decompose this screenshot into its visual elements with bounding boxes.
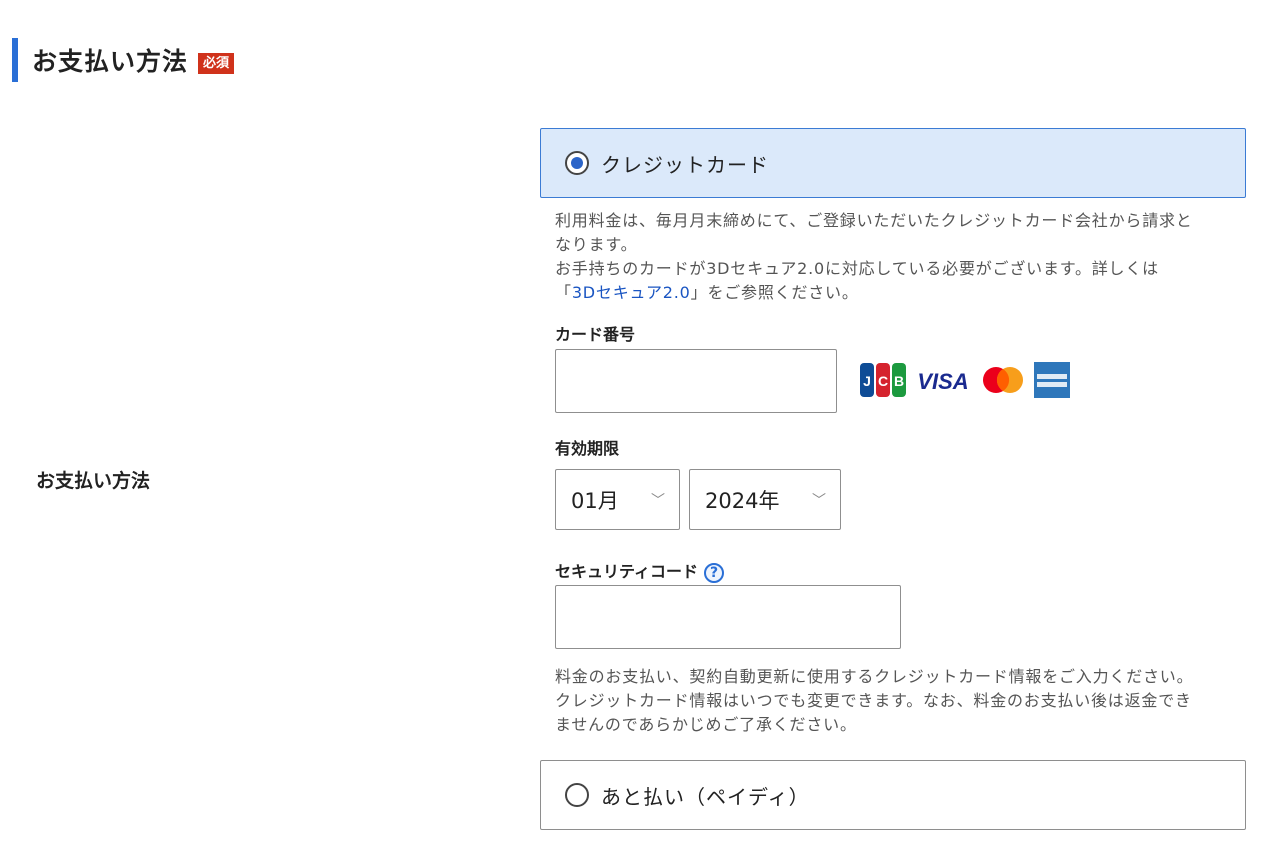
paidy-option[interactable]: あと払い（ペイディ） xyxy=(540,760,1246,830)
section-title: お支払い方法 xyxy=(32,47,189,76)
description-line: 利用料金は、毎月月末締めにて、ご登録いただいたクレジットカード会社から請求と xyxy=(555,211,1193,230)
security-code-label: セキュリティコード xyxy=(555,562,699,581)
help-icon[interactable]: ? xyxy=(704,562,725,583)
visa-logo-icon: VISA xyxy=(917,369,968,394)
security-code-input[interactable] xyxy=(555,585,901,649)
expiry-month-select[interactable]: 01月 ﹀ xyxy=(555,469,680,530)
payment-method-row-label: お支払い方法 xyxy=(36,470,151,492)
mastercard-logo-icon xyxy=(983,367,1023,393)
link-suffix: 」をご参照ください。 xyxy=(690,283,859,302)
paidy-option-label: あと払い（ペイディ） xyxy=(601,784,810,809)
notice-line: ませんのであらかじめご了承ください。 xyxy=(555,715,857,734)
description-line: なります。 xyxy=(555,235,638,254)
expiry-month-value: 01月 xyxy=(571,488,619,513)
description-line: お手持ちのカードが3Dセキュア2.0に対応している必要がございます。詳しくは xyxy=(555,259,1159,278)
svg-text:B: B xyxy=(894,373,904,389)
card-number-input[interactable] xyxy=(555,349,837,413)
jcb-logo-icon: J C B xyxy=(860,363,906,397)
required-badge: 必須 xyxy=(198,52,235,74)
credit-card-option-label: クレジットカード xyxy=(601,152,769,177)
credit-card-option[interactable]: クレジットカード xyxy=(540,128,1246,198)
expiry-year-value: 2024年 xyxy=(705,488,780,513)
expiry-year-select[interactable]: 2024年 ﹀ xyxy=(689,469,841,530)
expiry-label: 有効期限 xyxy=(555,439,620,458)
card-number-label: カード番号 xyxy=(555,325,636,344)
notice-line: クレジットカード情報はいつでも変更できます。なお、料金のお支払い後は返金でき xyxy=(555,691,1192,710)
credit-card-description: 利用料金は、毎月月末締めにて、ご登録いただいたクレジットカード会社から請求と な… xyxy=(555,209,1255,305)
svg-text:C: C xyxy=(878,373,888,389)
card-info-notice: 料金のお支払い、契約自動更新に使用するクレジットカード情報をご入力ください。 ク… xyxy=(555,665,1255,737)
link-bracket-open: 「 xyxy=(555,283,572,302)
description-line: 「3Dセキュア2.0」をご参照ください。 xyxy=(555,281,1255,305)
credit-card-radio[interactable] xyxy=(565,151,589,175)
section-header: お支払い方法 必須 xyxy=(12,38,235,82)
notice-line: 料金のお支払い、契約自動更新に使用するクレジットカード情報をご入力ください。 xyxy=(555,667,1194,686)
radio-selected-dot xyxy=(571,157,583,169)
card-brand-logos: J C B VISA xyxy=(860,362,1070,398)
chevron-down-icon: ﹀ xyxy=(812,493,826,509)
chevron-down-icon: ﹀ xyxy=(651,493,665,509)
section-accent-bar xyxy=(12,38,18,82)
paidy-radio[interactable] xyxy=(565,783,589,807)
svg-text:J: J xyxy=(863,373,871,389)
3d-secure-link[interactable]: 3Dセキュア2.0 xyxy=(572,283,691,302)
security-code-label-row: セキュリティコード? xyxy=(555,558,725,583)
amex-logo-icon xyxy=(1034,362,1070,398)
svg-text:VISA: VISA xyxy=(917,369,968,394)
